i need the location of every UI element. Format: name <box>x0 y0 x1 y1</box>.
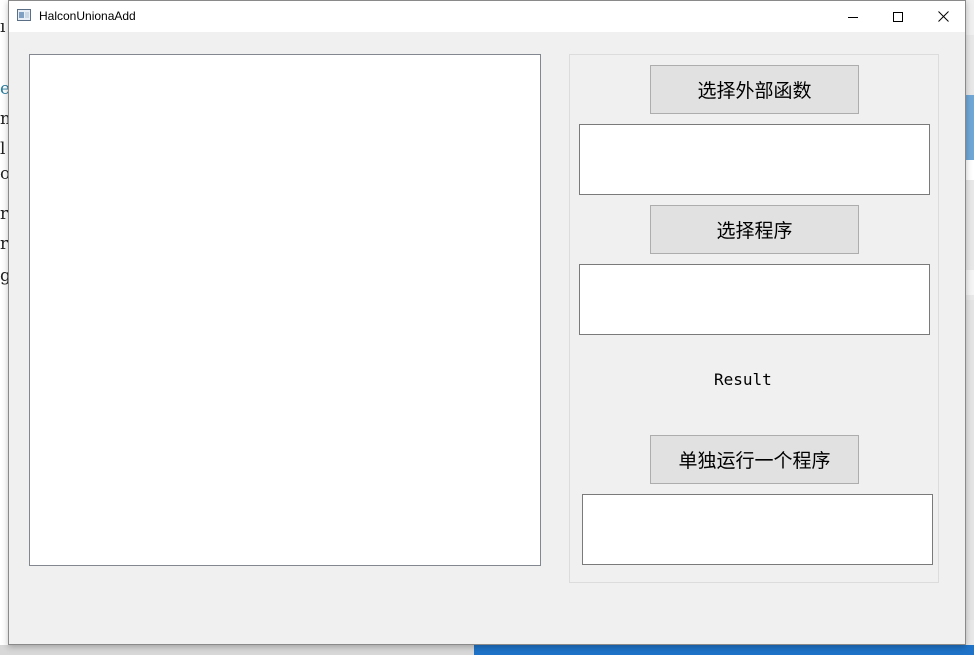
background-output-panel <box>474 645 974 655</box>
app-icon <box>17 9 31 21</box>
background-text: r <box>0 234 9 254</box>
minimize-icon <box>848 12 858 22</box>
app-window: HalconUnionaAdd 选择外部函数 选择程序 Result 单独运行一… <box>8 0 966 645</box>
minimize-button[interactable] <box>830 1 876 32</box>
close-button[interactable] <box>920 1 966 32</box>
maximize-button[interactable] <box>875 1 921 32</box>
background-text: ı <box>0 17 6 37</box>
run-output-field[interactable] <box>582 494 933 565</box>
background-text: l <box>0 139 6 159</box>
program-path-field[interactable] <box>579 264 930 335</box>
run-single-program-button[interactable]: 单独运行一个程序 <box>650 435 859 484</box>
select-program-button[interactable]: 选择程序 <box>650 205 859 254</box>
title-bar[interactable]: HalconUnionaAdd <box>9 1 965 32</box>
result-label: Result <box>714 370 772 389</box>
select-external-function-button[interactable]: 选择外部函数 <box>650 65 859 114</box>
close-icon <box>937 11 949 22</box>
background-text: r <box>0 204 9 224</box>
image-display-panel[interactable] <box>29 54 541 566</box>
window-title: HalconUnionaAdd <box>39 9 136 23</box>
background-window-right <box>966 0 974 655</box>
maximize-icon <box>893 11 903 22</box>
external-function-path-field[interactable] <box>579 124 930 195</box>
